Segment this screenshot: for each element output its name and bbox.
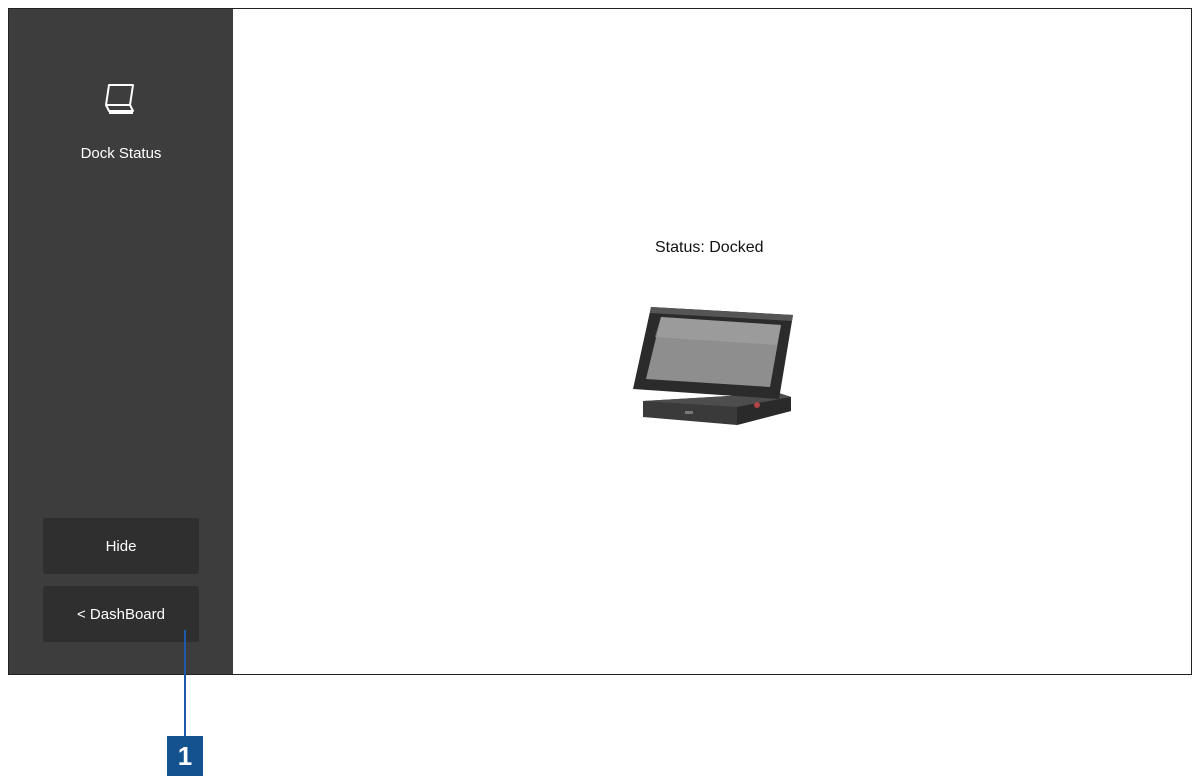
main-content: Status: Docked <box>233 9 1191 674</box>
docked-tablet-image <box>629 293 801 433</box>
dashboard-button[interactable]: < DashBoard <box>43 586 199 642</box>
callout-badge: 1 <box>167 736 203 776</box>
hide-button[interactable]: Hide <box>43 518 199 574</box>
dock-status-text: Status: Docked <box>655 239 764 256</box>
dock-status-label: Dock Status <box>80 145 162 162</box>
tablet-dock-icon <box>99 79 143 119</box>
sidebar: Dock Status Hide < DashBoard <box>9 9 233 674</box>
callout-line <box>184 630 186 736</box>
sidebar-item-dock-status[interactable]: Dock Status <box>9 79 233 179</box>
page: Dock Status Hide < DashBoard Status: Doc… <box>0 0 1196 784</box>
app-screen: Dock Status Hide < DashBoard Status: Doc… <box>8 8 1192 675</box>
